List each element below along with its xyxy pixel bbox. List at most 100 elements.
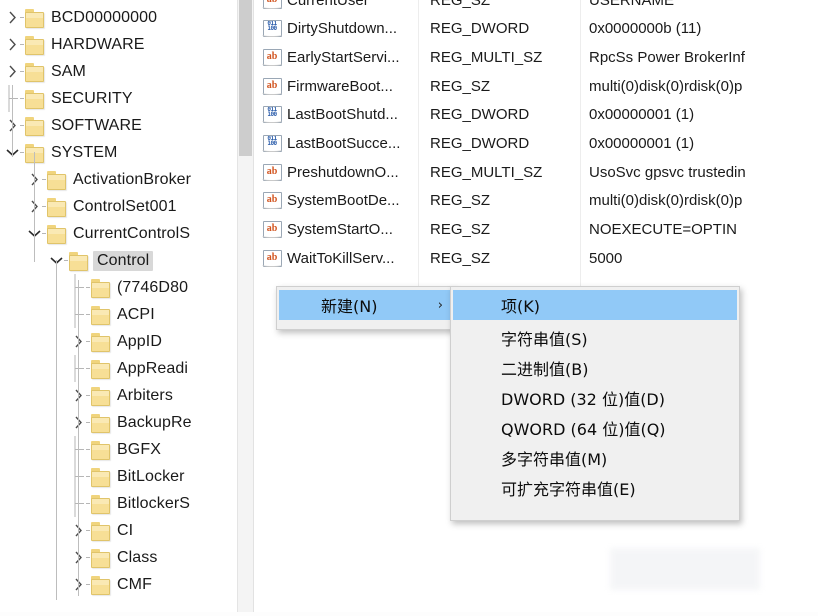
value-type: REG_SZ: [430, 77, 491, 95]
value-row[interactable]: ab EarlyStartServi... REG_MULTI_SZ RpcSs Po…: [256, 43, 818, 71]
value-name: WaitToKillServ...: [287, 249, 395, 267]
folder-icon: [46, 170, 68, 190]
value-row[interactable]: ab FirmwareBoot... REG_SZ multi(0)disk(0)rd…: [256, 72, 818, 100]
value-row[interactable]: ab SystemBootDe... REG_SZ multi(0)disk(0)rd…: [256, 186, 818, 214]
value-row[interactable]: ab PreshutdownO... REG_MULTI_SZ UsoSvc gpsv…: [256, 158, 818, 186]
value-name: SystemStartO...: [287, 220, 393, 238]
folder-icon: [90, 305, 112, 325]
registry-editor-window: BCD00000000 HARDWARE SAM SECURITY SOFTWARE SY…: [0, 0, 818, 616]
value-name: LastBootSucce...: [287, 134, 401, 152]
value-name-cell: 011 100 LastBootShutd...: [262, 105, 422, 123]
reg-dword-icon: 011 100: [262, 19, 282, 37]
tree-item-appid[interactable]: AppID: [70, 328, 162, 355]
tree-item-label: AppID: [117, 332, 162, 350]
tree-item-acpi[interactable]: ACPI: [70, 301, 155, 328]
folder-icon: [90, 413, 112, 433]
value-data: multi(0)disk(0)rdisk(0)p: [589, 77, 743, 95]
tree-item-label: CurrentControlS: [73, 224, 191, 242]
context-submenu-item[interactable]: 项(K): [453, 290, 737, 320]
tree-item-label: BitLocker: [117, 467, 185, 485]
folder-icon: [24, 62, 46, 82]
folder-icon: [90, 440, 112, 460]
value-row[interactable]: 011 100 DirtyShutdown... REG_DWORD 0x0000000…: [256, 14, 818, 42]
chevron-right-icon[interactable]: [4, 4, 20, 31]
folder-icon: [90, 494, 112, 514]
tree-item-software[interactable]: SOFTWARE: [4, 112, 142, 139]
context-submenu-item[interactable]: 字符串值(S): [453, 323, 737, 353]
tree-item-class[interactable]: Class: [70, 544, 158, 571]
tree-item-appreadi[interactable]: AppReadi: [70, 355, 188, 382]
context-submenu-item-label: 多字符串值(M): [501, 450, 608, 469]
value-name: PreshutdownO...: [287, 163, 399, 181]
value-name: DirtyShutdown...: [287, 19, 398, 37]
folder-icon: [24, 8, 46, 28]
tree-item-label: ActivationBroker: [73, 170, 192, 188]
value-row[interactable]: ab CurrentUser REG_SZ USERNAME: [256, 0, 818, 14]
folder-icon: [46, 224, 68, 244]
context-submenu-item[interactable]: DWORD (32 位)值(D): [453, 383, 737, 413]
value-row[interactable]: 011 100 LastBootShutd... REG_DWORD 0x0000000…: [256, 100, 818, 128]
context-submenu-item[interactable]: 可扩充字符串值(E): [453, 473, 737, 503]
value-type: REG_SZ: [430, 191, 491, 209]
context-submenu-new-types[interactable]: 项(K) 字符串值(S) 二进制值(B) DWORD (32 位)值(D) QWORD …: [450, 286, 740, 521]
tree-guide-line: [34, 152, 35, 262]
registry-key-tree[interactable]: BCD00000000 HARDWARE SAM SECURITY SOFTWARE SY…: [0, 0, 237, 616]
context-submenu-item[interactable]: QWORD (64 位)值(Q): [453, 413, 737, 443]
value-data: multi(0)disk(0)rdisk(0)p: [589, 191, 743, 209]
tree-item-control[interactable]: Control: [48, 247, 154, 274]
context-submenu-item[interactable]: 多字符串值(M): [453, 443, 737, 473]
folder-icon: [90, 548, 112, 568]
tree-item-system[interactable]: SYSTEM: [4, 139, 117, 166]
tree-item-label: SAM: [51, 62, 86, 80]
tree-item-bitlockers[interactable]: BitlockerS: [70, 490, 190, 517]
folder-icon: [90, 278, 112, 298]
tree-item-bitlocker[interactable]: BitLocker: [70, 463, 185, 490]
context-menu-item-new[interactable]: 新建(N) ›: [279, 290, 451, 320]
context-submenu-item-label: 字符串值(S): [501, 330, 588, 349]
tree-item-bcd00000000[interactable]: BCD00000000: [4, 4, 157, 31]
chevron-right-icon[interactable]: [4, 31, 20, 58]
window-bottom-edge: [0, 612, 818, 616]
tree-item-label: AppReadi: [117, 359, 189, 377]
value-type: REG_SZ: [430, 220, 491, 238]
tree-item-label: Class: [117, 548, 158, 566]
tree-item-label: CI: [117, 521, 134, 539]
reg-dword-icon: 011 100: [262, 134, 282, 152]
value-row[interactable]: ab WaitToKillServ... REG_SZ 5000: [256, 244, 818, 272]
tree-vertical-scrollbar[interactable]: [237, 0, 253, 616]
tree-item-7746d80[interactable]: (7746D80: [70, 274, 188, 301]
chevron-right-icon[interactable]: [4, 58, 20, 85]
tree-item-cmf[interactable]: CMF: [70, 571, 152, 598]
value-type: REG_DWORD: [430, 105, 530, 123]
tree-scrollbar-thumb[interactable]: [239, 0, 252, 156]
tree-item-backupre[interactable]: BackupRe: [70, 409, 192, 436]
context-menu-item-new-label: 新建(N): [321, 297, 378, 316]
tree-item-label: ACPI: [117, 305, 155, 323]
tree-item-label: Control: [93, 250, 154, 271]
tree-item-activationbroker[interactable]: ActivationBroker: [26, 166, 191, 193]
folder-icon: [24, 89, 46, 109]
tree-item-controlset001[interactable]: ControlSet001: [26, 193, 177, 220]
tree-item-label: CMF: [117, 575, 152, 593]
folder-icon: [90, 521, 112, 541]
tree-item-ci[interactable]: CI: [70, 517, 133, 544]
tree-item-arbiters[interactable]: Arbiters: [70, 382, 173, 409]
tree-item-security[interactable]: SECURITY: [4, 85, 133, 112]
tree-item-currentcontrols[interactable]: CurrentControlS: [26, 220, 190, 247]
context-submenu-item[interactable]: 二进制值(B): [453, 353, 737, 383]
value-type: REG_MULTI_SZ: [430, 48, 543, 66]
value-name-cell: ab CurrentUser: [262, 0, 422, 9]
tree-item-bgfx[interactable]: BGFX: [70, 436, 161, 463]
value-name-cell: ab SystemBootDe...: [262, 191, 422, 209]
value-data: NOEXECUTE=OPTIN: [589, 220, 737, 238]
folder-icon: [90, 386, 112, 406]
context-menu-new[interactable]: 新建(N) ›: [276, 286, 454, 330]
pane-splitter[interactable]: [253, 0, 254, 616]
value-row[interactable]: 011 100 LastBootSucce... REG_DWORD 0x0000000…: [256, 129, 818, 157]
tree-item-label: BCD00000000: [51, 8, 158, 26]
tree-item-label: SYSTEM: [51, 143, 118, 161]
tree-item-sam[interactable]: SAM: [4, 58, 86, 85]
context-submenu-item-label: DWORD (32 位)值(D): [501, 390, 665, 409]
value-row[interactable]: ab SystemStartO... REG_SZ NOEXECUTE=OPTIN: [256, 215, 818, 243]
tree-item-hardware[interactable]: HARDWARE: [4, 31, 145, 58]
